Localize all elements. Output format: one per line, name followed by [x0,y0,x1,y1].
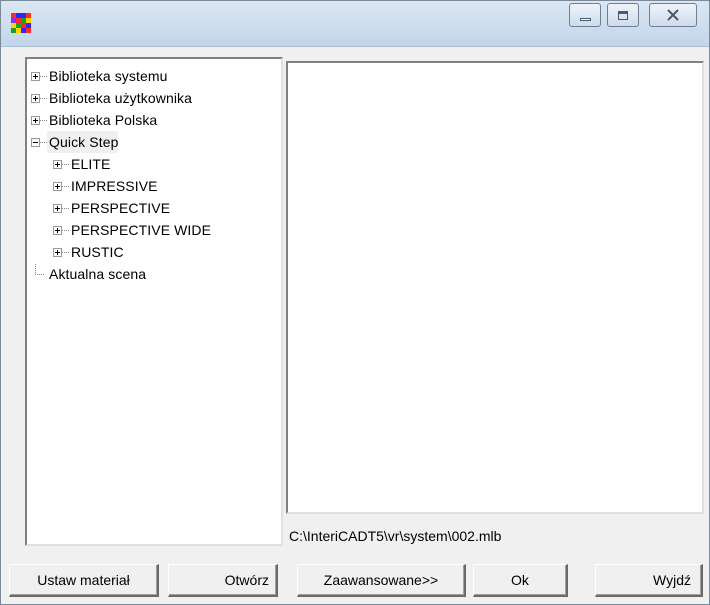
expand-icon[interactable] [31,93,40,103]
tree-node[interactable]: Biblioteka Polska [31,109,281,131]
tree-node-label: RUSTIC [71,244,124,260]
title-bar[interactable] [1,1,709,47]
ok-button[interactable]: Ok [473,564,568,597]
tree-node[interactable]: Quick Step [31,131,281,153]
expand-icon[interactable] [31,115,40,125]
tree-node[interactable]: RUSTIC [31,241,281,263]
material-preview [286,61,704,514]
close-icon [667,9,679,21]
tree-connector [35,263,44,275]
file-path-label: C:\InteriCADT5\vr\system\002.mlb [289,528,502,544]
tree-connector [62,207,69,209]
app-mosaic-icon[interactable] [11,13,31,33]
tree-node[interactable]: PERSPECTIVE [31,197,281,219]
expand-icon[interactable] [53,203,62,213]
expand-icon[interactable] [53,181,62,191]
material-library-window: Biblioteka systemu Biblioteka użytkownika… [0,0,710,605]
tree-node[interactable]: Biblioteka systemu [31,65,281,87]
tree-node-label: ELITE [71,156,111,172]
set-material-button[interactable]: Ustaw materiał [9,564,159,597]
expand-icon[interactable] [53,225,62,235]
tree-node[interactable]: ELITE [31,153,281,175]
close-button[interactable] [649,3,697,27]
tree-connector [40,141,47,143]
expand-icon[interactable] [53,247,62,257]
tree-node-label: PERSPECTIVE [71,200,171,216]
tree-node-label: Aktualna scena [49,266,147,282]
exit-button[interactable]: Wyjdź [595,564,703,597]
tree-connector [40,75,47,77]
tree-connector [62,229,69,231]
collapse-icon[interactable] [31,137,40,147]
minimize-icon [579,18,591,21]
maximize-icon [618,10,628,20]
tree-connector [62,185,69,187]
tree-node-label: Biblioteka użytkownika [49,90,193,106]
tree-node-label: Quick Step [47,131,119,153]
maximize-button[interactable] [607,3,639,27]
advanced-button[interactable]: Zaawansowane>> [297,564,466,597]
tree-node[interactable]: IMPRESSIVE [31,175,281,197]
tree-connector [40,119,47,121]
minimize-button[interactable] [569,3,601,27]
tree-node-label: PERSPECTIVE WIDE [71,222,212,238]
tree-node[interactable]: Biblioteka użytkownika [31,87,281,109]
expand-icon[interactable] [53,159,62,169]
tree-root: Biblioteka systemu Biblioteka użytkownika… [31,65,281,285]
tree-node-label: Biblioteka Polska [49,112,158,128]
open-button[interactable]: Otwórz [168,564,278,597]
tree-connector [40,97,47,99]
library-tree[interactable]: Biblioteka systemu Biblioteka użytkownika… [25,57,283,546]
tree-node-label: IMPRESSIVE [71,178,158,194]
tree-node[interactable]: Aktualna scena [31,263,281,285]
expand-icon[interactable] [31,71,40,81]
tree-connector [62,163,69,165]
tree-connector [62,251,69,253]
tree-node-label: Biblioteka systemu [49,68,168,84]
tree-node[interactable]: PERSPECTIVE WIDE [31,219,281,241]
